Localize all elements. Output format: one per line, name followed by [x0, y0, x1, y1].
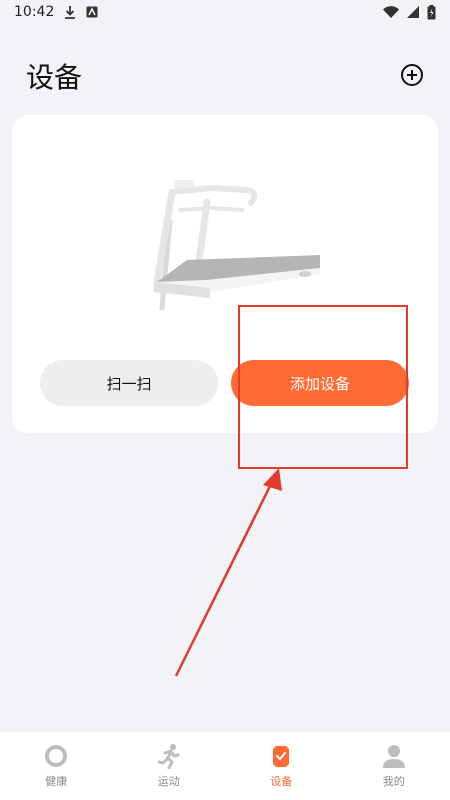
person-icon [382, 745, 405, 768]
tab-device-label: 设备 [270, 775, 293, 788]
tab-health-label: 健康 [45, 775, 68, 788]
tab-sports-label: 运动 [157, 775, 180, 788]
download-icon [65, 6, 76, 19]
add-device-icon[interactable] [400, 63, 424, 87]
page-title: 设备 [26, 61, 83, 94]
wifi-icon [383, 6, 399, 18]
status-left: 10:42 [14, 4, 98, 20]
treadmill-image [153, 180, 320, 310]
add-device-button[interactable]: 添加设备 [231, 360, 409, 406]
ring-icon [45, 745, 68, 767]
status-bar: 10:42 [0, 0, 450, 24]
status-time: 10:42 [14, 4, 55, 20]
status-right [383, 4, 436, 20]
battery-icon [427, 4, 436, 19]
app-notification-icon [86, 6, 98, 18]
tab-health[interactable]: 健康 [0, 732, 113, 800]
tab-sports[interactable]: 运动 [113, 732, 226, 800]
device-badge-icon [273, 746, 290, 767]
device-card: 扫一扫 添加设备 [12, 115, 438, 433]
tab-profile-label: 我的 [382, 775, 405, 788]
scan-button[interactable]: 扫一扫 [40, 360, 218, 406]
tab-profile[interactable]: 我的 [338, 732, 450, 800]
signal-icon [407, 6, 419, 18]
bottom-tab-bar: 健康 运动 设备 我的 [0, 732, 450, 800]
tab-device[interactable]: 设备 [225, 732, 338, 800]
running-icon [157, 744, 180, 769]
